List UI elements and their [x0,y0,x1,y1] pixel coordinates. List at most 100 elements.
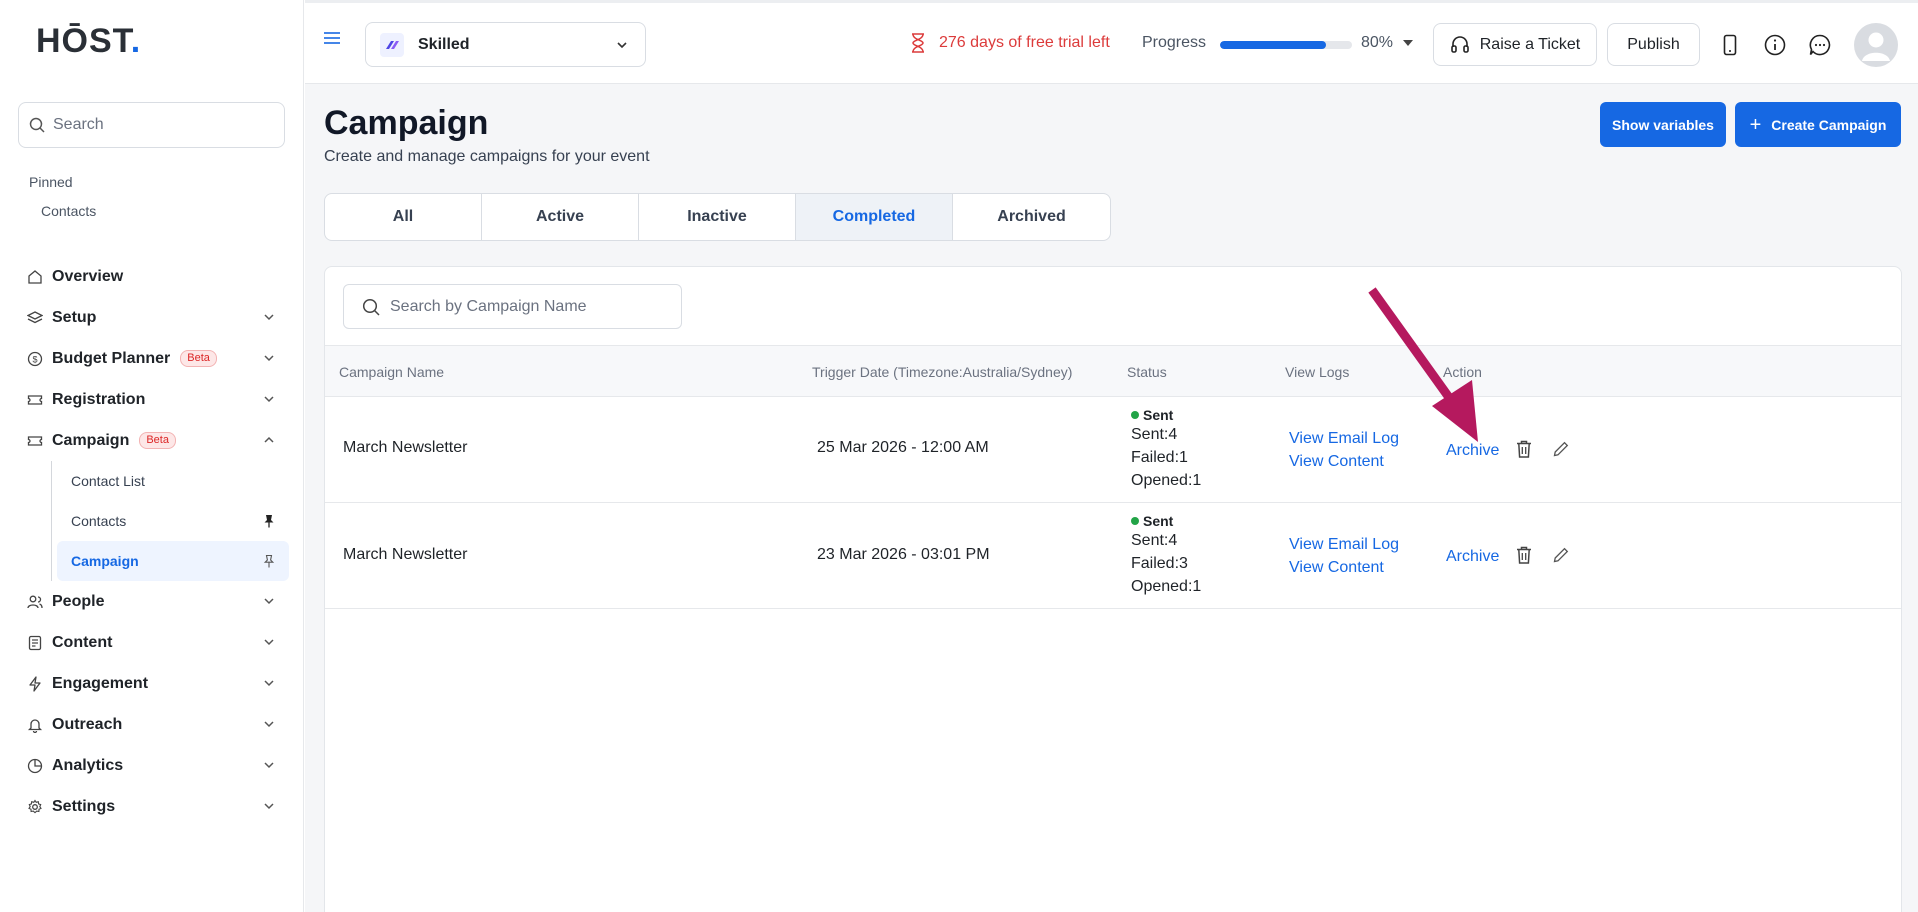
view-logs-cell: View Email Log View Content [1289,427,1399,473]
caret-down-icon[interactable] [1403,40,1413,47]
trial-notice[interactable]: 276 days of free trial left [909,33,1110,53]
column-header-action[interactable]: Action [1443,364,1482,380]
chat-icon[interactable] [1808,33,1832,57]
user-avatar[interactable] [1854,23,1898,67]
create-campaign-label: Create Campaign [1771,116,1887,133]
trash-icon[interactable] [1514,544,1534,566]
sidebar-nav: Overview Setup $ Budget Planner Beta Reg… [16,256,289,827]
edit-pencil-icon[interactable] [1551,438,1571,460]
opened-count: Opened:1 [1131,578,1202,595]
sidebar-item-settings[interactable]: Settings [16,786,288,827]
campaign-subnav: Contact List Contacts Campaign [51,461,289,581]
workspace-logo-icon [380,32,404,57]
archive-link[interactable]: Archive [1446,545,1499,568]
info-icon[interactable] [1763,33,1787,57]
sidebar-item-analytics[interactable]: Analytics [16,745,288,786]
tab-active[interactable]: Active [482,194,639,240]
campaign-search-input[interactable] [390,297,670,316]
failed-count: Failed:1 [1131,449,1188,466]
sidebar-subitem-campaign[interactable]: Campaign [57,541,289,581]
sidebar-item-outreach[interactable]: Outreach [16,704,288,745]
user-icon [1862,32,1890,61]
sidebar-item-registration[interactable]: Registration [16,379,288,420]
mobile-preview-icon[interactable] [1718,33,1742,57]
show-variables-button[interactable]: Show variables [1600,102,1726,147]
column-header-view-logs[interactable]: View Logs [1285,364,1349,380]
table-row: March Newsletter 23 Mar 2026 - 03:01 PM … [325,503,1901,609]
logo-text: HŌST [36,22,131,60]
workspace-name: Skilled [418,35,470,53]
logo-dot: . [130,22,142,60]
create-campaign-button[interactable]: + Create Campaign [1735,102,1901,147]
sidebar-item-label: Analytics [52,756,124,774]
trigger-date: 25 Mar 2026 - 12:00 AM [817,439,989,456]
pinned-item-contacts[interactable]: Contacts [41,203,96,219]
tab-all[interactable]: All [325,194,482,240]
sidebar-subitem-contact-list[interactable]: Contact List [57,461,289,501]
publish-button[interactable]: Publish [1607,23,1700,66]
dollar-icon: $ [26,350,44,368]
column-header-status[interactable]: Status [1127,364,1167,380]
page-subtitle: Create and manage campaigns for your eve… [324,148,650,165]
status-dot [1131,517,1139,525]
headset-icon [1450,35,1469,53]
tab-completed[interactable]: Completed [796,194,953,240]
status-cell: Sent Sent:4 Failed:3 Opened:1 [1131,513,1201,598]
campaign-tabs: All Active Inactive Completed Archived [324,193,1111,241]
column-header-campaign-name[interactable]: Campaign Name [339,364,444,380]
sidebar-item-engagement[interactable]: Engagement [16,663,288,704]
sidebar-item-people[interactable]: People [16,581,288,622]
sidebar-item-budget-planner[interactable]: $ Budget Planner Beta [16,338,288,379]
workspace-select[interactable]: Skilled [365,22,646,67]
progress-bar [1220,41,1352,49]
sidebar-search [18,102,285,148]
sidebar-item-label: Outreach [52,715,123,733]
sidebar-search-input[interactable] [53,116,273,134]
bell-icon [26,716,44,734]
main-content: Campaign Create and manage campaigns for… [305,84,1918,912]
status-badge: Sent [1131,407,1201,423]
sidebar-item-campaign[interactable]: Campaign Beta [16,420,288,461]
progress-percent: 80% [1361,34,1394,51]
sidebar-subitem-label: Contacts [71,513,127,529]
gear-icon [26,798,44,816]
status-text: Sent [1143,513,1174,529]
view-email-log-link[interactable]: View Email Log [1289,533,1399,556]
chevron-down-icon [264,680,274,687]
column-header-trigger-date[interactable]: Trigger Date (Timezone:Australia/Sydney) [812,364,1072,380]
chevron-up-icon [264,436,274,443]
svg-text:$: $ [32,354,37,364]
sidebar-item-overview[interactable]: Overview [16,256,288,297]
hamburger-menu-icon[interactable] [323,30,341,46]
chevron-down-icon [264,355,274,362]
sidebar-item-label: Campaign [52,431,130,449]
view-content-link[interactable]: View Content [1289,450,1399,473]
campaign-search [343,284,682,329]
trial-text: 276 days of free trial left [939,34,1110,51]
sidebar-item-label: Engagement [52,674,149,692]
beta-badge: Beta [180,350,217,367]
pin-filled-icon[interactable] [263,514,275,528]
view-email-log-link[interactable]: View Email Log [1289,427,1399,450]
status-cell: Sent Sent:4 Failed:1 Opened:1 [1131,407,1201,492]
sidebar-subitem-contacts[interactable]: Contacts [57,501,289,541]
sidebar-item-setup[interactable]: Setup [16,297,288,338]
tab-archived[interactable]: Archived [953,194,1110,240]
sent-count: Sent:4 [1131,532,1178,549]
pie-icon [26,757,44,775]
host-logo[interactable]: HŌST. [36,22,141,61]
tab-inactive[interactable]: Inactive [639,194,796,240]
view-logs-cell: View Email Log View Content [1289,533,1399,579]
edit-pencil-icon[interactable] [1551,544,1571,566]
sidebar-item-content[interactable]: Content [16,622,288,663]
ticket-icon [26,391,44,409]
pin-outline-icon[interactable] [263,554,275,568]
beta-badge: Beta [139,432,176,449]
people-icon [26,593,44,611]
raise-ticket-button[interactable]: Raise a Ticket [1433,23,1597,66]
failed-count: Failed:3 [1131,555,1188,572]
campaign-table-card: Campaign Name Trigger Date (Timezone:Aus… [324,266,1902,912]
view-content-link[interactable]: View Content [1289,556,1399,579]
trash-icon[interactable] [1514,438,1534,460]
archive-link[interactable]: Archive [1446,439,1499,462]
